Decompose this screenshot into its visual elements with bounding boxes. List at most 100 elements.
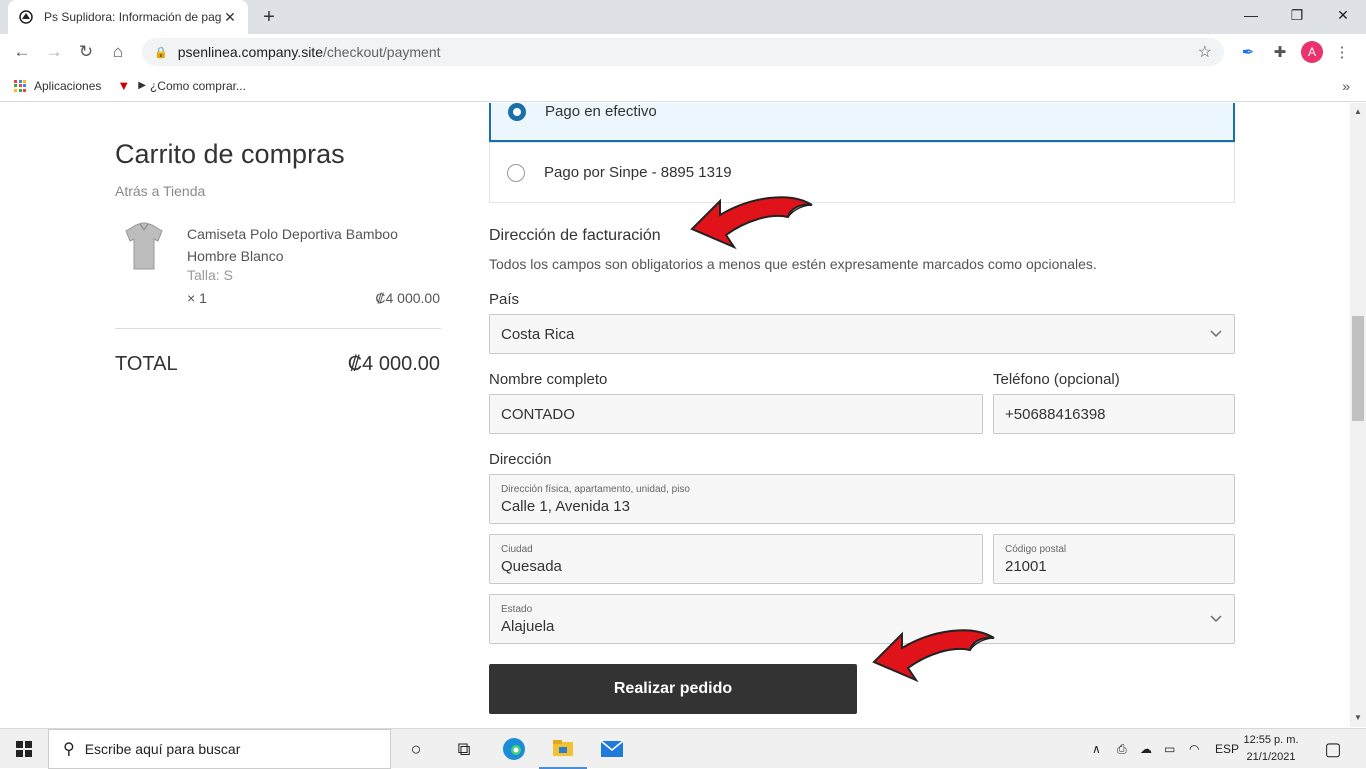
tray-chevron-icon[interactable]: ∧ (1092, 729, 1101, 769)
file-explorer-icon[interactable] (539, 729, 587, 769)
bookmark-star-icon[interactable]: ☆ (1198, 42, 1212, 62)
bookmarks-overflow-icon[interactable]: » (1342, 78, 1350, 94)
chevron-down-icon (1210, 612, 1222, 626)
red-arrow-annotation (872, 629, 995, 683)
battery-icon[interactable]: ▭ (1164, 729, 1175, 769)
radio-selected[interactable] (508, 103, 526, 121)
toolbar: ← → ↻ ⌂ 🔒 psenlinea.company.site/checkou… (0, 34, 1366, 70)
bookmark-como-comprar[interactable]: ▼ ▶ ¿Como comprar... (117, 78, 246, 93)
country-value: Costa Rica (501, 325, 575, 343)
reload-button[interactable]: ↻ (70, 36, 102, 68)
task-view-icon[interactable]: ⧉ (440, 729, 488, 769)
zip-hint: Código postal (1005, 543, 1067, 555)
search-placeholder: Escribe aquí para buscar (84, 741, 241, 757)
place-order-button[interactable]: Realizar pedido (489, 664, 857, 714)
language-indicator[interactable]: ESP (1215, 729, 1239, 769)
site-favicon-icon (18, 9, 34, 25)
notifications-icon[interactable]: ▢ (1310, 729, 1356, 769)
city-field[interactable]: Ciudad Quesada (489, 534, 983, 584)
new-tab-button[interactable]: + (258, 6, 280, 28)
apps-grid-icon (14, 79, 26, 92)
city-value: Quesada (501, 557, 562, 575)
red-v-icon: ▼ (117, 78, 131, 93)
zip-value: 21001 (1005, 557, 1047, 575)
product-size: Talla: S (187, 267, 233, 283)
restore-button[interactable]: ❐ (1274, 0, 1320, 30)
street-field[interactable]: Dirección física, apartamento, unidad, p… (489, 474, 1235, 524)
country-label: País (489, 291, 520, 308)
cart-title: Carrito de compras (115, 139, 345, 169)
phone-label: Teléfono (opcional) (993, 371, 1120, 388)
street-hint: Dirección física, apartamento, unidad, p… (501, 483, 690, 495)
cortana-icon[interactable]: ○ (392, 729, 440, 769)
red-arrow-annotation (690, 196, 813, 250)
state-hint: Estado (501, 603, 533, 615)
device-icon[interactable]: ⎙ (1117, 729, 1127, 769)
search-icon: ⚲ (63, 741, 75, 758)
url-path: /checkout/payment (322, 44, 441, 60)
browser-tab[interactable]: Ps Suplidora: Información de pag ✕ (8, 0, 248, 34)
edge-browser-icon[interactable] (490, 729, 538, 769)
bookmark-apps[interactable]: Aplicaciones (14, 79, 101, 93)
billing-title: Dirección de facturación (489, 227, 661, 244)
product-price: ₡4 000.00 (375, 290, 440, 306)
full-name-field[interactable]: CONTADO (489, 394, 983, 434)
taskbar-search[interactable]: ⚲ Escribe aquí para buscar (48, 729, 391, 769)
windows-taskbar: ⚲ Escribe aquí para buscar ○ ⧉ ∧ ⎙ ☁ ▭ ◠… (0, 728, 1366, 769)
payment-option-label: Pago por Sinpe - 8895 1319 (544, 164, 732, 181)
play-icon: ▶ (138, 80, 146, 91)
page-scrollbar[interactable]: ▲ ▼ (1350, 103, 1366, 727)
extension-feather-icon[interactable]: ✒ (1236, 40, 1260, 64)
chevron-down-icon (1210, 327, 1222, 341)
bookmark-label: Aplicaciones (34, 78, 102, 93)
minimize-button[interactable]: — (1228, 0, 1274, 30)
phone-field[interactable]: +50688416398 (993, 394, 1235, 434)
forward-button[interactable]: → (38, 36, 70, 68)
total-label: TOTAL (115, 353, 178, 375)
country-select[interactable]: Costa Rica (489, 314, 1235, 354)
street-value: Calle 1, Avenida 13 (501, 497, 630, 515)
product-name[interactable]: Camiseta Polo Deportiva Bamboo Hombre Bl… (187, 223, 437, 267)
tab-title: Ps Suplidora: Información de pag (44, 10, 222, 24)
bookmarks-bar: Aplicaciones ▼ ▶ ¿Como comprar... » (0, 70, 1366, 102)
wifi-icon[interactable]: ◠ (1189, 729, 1199, 769)
scroll-down-icon[interactable]: ▼ (1350, 713, 1366, 722)
payment-option-cash[interactable]: Pago en efectivo (489, 103, 1235, 142)
extensions-puzzle-icon[interactable]: ✚ (1268, 40, 1292, 64)
zip-field[interactable]: Código postal 21001 (993, 534, 1235, 584)
lock-icon: 🔒 (154, 46, 168, 59)
payment-option-label: Pago en efectivo (545, 103, 657, 120)
product-image[interactable] (120, 221, 168, 273)
state-value: Alajuela (501, 617, 555, 635)
city-hint: Ciudad (501, 543, 533, 555)
taskbar-clock[interactable]: 12:55 p. m. 21/1/2021 (1240, 732, 1302, 766)
back-to-store-link[interactable]: Atrás a Tienda (115, 183, 205, 199)
url-host: psenlinea.company.site (177, 44, 323, 60)
billing-description: Todos los campos son obligatorios a meno… (489, 256, 1097, 272)
home-button[interactable]: ⌂ (102, 36, 134, 68)
clock-time: 12:55 p. m. (1243, 734, 1299, 746)
product-quantity: × 1 (187, 290, 207, 306)
radio-unselected[interactable] (507, 163, 525, 182)
address-label: Dirección (489, 451, 552, 468)
total-value: ₡4 000.00 (347, 353, 440, 375)
mail-icon[interactable] (588, 729, 636, 769)
profile-avatar[interactable]: A (1301, 41, 1323, 63)
payment-option-sinpe[interactable]: Pago por Sinpe - 8895 1319 (489, 142, 1235, 203)
clock-date: 21/1/2021 (1246, 751, 1296, 763)
back-button[interactable]: ← (6, 36, 38, 68)
windows-logo-icon (16, 741, 32, 757)
state-select[interactable]: Estado Alajuela (489, 594, 1235, 644)
menu-kebab-icon[interactable]: ⋮ (1330, 40, 1354, 64)
close-window-button[interactable]: ✕ (1320, 0, 1366, 30)
bookmark-label: ¿Como comprar... (149, 78, 246, 93)
start-button[interactable] (0, 729, 48, 769)
tab-strip: Ps Suplidora: Información de pag ✕ + — ❐… (0, 0, 1366, 34)
scrollbar-thumb[interactable] (1352, 316, 1364, 421)
full-name-label: Nombre completo (489, 371, 608, 388)
checkout-page: Carrito de compras Atrás a Tienda Camise… (0, 103, 1350, 727)
address-bar[interactable]: 🔒 psenlinea.company.site/checkout/paymen… (142, 38, 1224, 66)
onedrive-cloud-icon[interactable]: ☁ (1140, 729, 1152, 769)
scroll-up-icon[interactable]: ▲ (1350, 107, 1366, 116)
close-tab-icon[interactable]: ✕ (222, 9, 238, 26)
